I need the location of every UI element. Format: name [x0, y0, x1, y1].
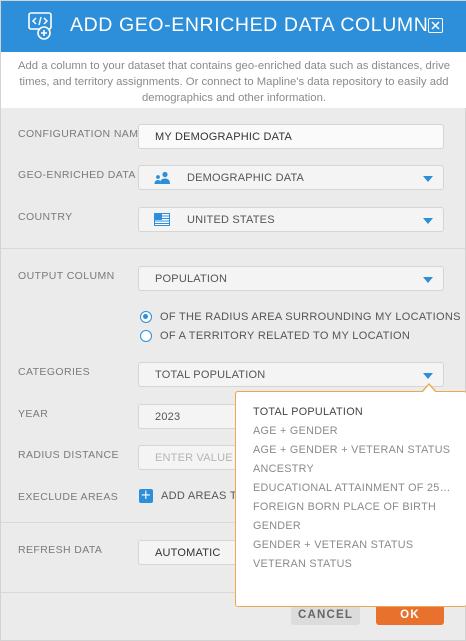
year-label: YEAR — [18, 408, 49, 420]
country-value: UNITED STATES — [187, 214, 275, 226]
categories-value: TOTAL POPULATION — [155, 369, 266, 381]
country-select[interactable]: UNITED STATES — [138, 207, 444, 232]
radio-territory[interactable]: OF A TERRITORY RELATED TO MY LOCATION — [140, 330, 410, 342]
dropdown-option[interactable]: AGE + GENDER — [253, 425, 451, 437]
radio-radius-area-label: OF THE RADIUS AREA SURROUNDING MY LOCATI… — [160, 311, 461, 323]
chevron-down-icon — [423, 176, 433, 182]
dropdown-option[interactable]: EDUCATIONAL ATTAINMENT OF 25+ YEARS — [253, 482, 451, 494]
categories-label: CATEGORIES — [18, 366, 91, 378]
dialog-header: ADD GEO-ENRICHED DATA COLUMN — [1, 1, 466, 52]
radius-distance-label: RADIUS DISTANCE — [18, 449, 119, 461]
dropdown-option[interactable]: AGE + GENDER + VETERAN STATUS — [253, 444, 451, 456]
exclude-areas-label: EXECLUDE AREAS — [18, 491, 119, 503]
categories-select[interactable]: TOTAL POPULATION — [138, 362, 444, 387]
add-areas-button[interactable]: + ADD AREAS TO — [139, 489, 246, 503]
section-divider — [1, 248, 466, 249]
radio-radius-area[interactable]: OF THE RADIUS AREA SURROUNDING MY LOCATI… — [140, 311, 461, 323]
country-label: COUNTRY — [18, 211, 73, 223]
close-icon — [431, 17, 440, 35]
chevron-down-icon — [423, 218, 433, 224]
add-areas-label: ADD AREAS TO — [161, 490, 246, 502]
dropdown-option[interactable]: VETERAN STATUS — [253, 558, 451, 570]
chevron-down-icon — [423, 277, 433, 283]
plus-icon: + — [139, 488, 153, 503]
add-geo-enriched-data-column-dialog: ADD GEO-ENRICHED DATA COLUMN Add a colum… — [0, 0, 466, 641]
dropdown-option[interactable]: GENDER + VETERAN STATUS — [253, 539, 451, 551]
dialog-title: ADD GEO-ENRICHED DATA COLUMN — [70, 14, 429, 36]
dialog-description: Add a column to your dataset that contai… — [1, 52, 466, 108]
cancel-button[interactable]: CANCEL — [291, 605, 360, 625]
flag-icon — [154, 213, 170, 229]
output-column-label: OUTPUT COLUMN — [18, 270, 115, 282]
year-value: 2023 — [155, 411, 181, 423]
code-doc-icon — [28, 12, 55, 40]
output-column-select[interactable]: POPULATION — [138, 266, 444, 291]
categories-dropdown-menu: TOTAL POPULATION AGE + GENDER AGE + GEND… — [235, 383, 466, 607]
configuration-name-label: CONFIGURATION NAME — [18, 128, 146, 140]
configuration-name-value: MY DEMOGRAPHIC DATA — [155, 131, 293, 143]
close-button[interactable] — [428, 18, 443, 33]
refresh-data-value: AUTOMATIC — [155, 547, 221, 559]
radio-selected-icon[interactable] — [140, 311, 152, 323]
dropdown-option[interactable]: ANCESTRY — [253, 463, 451, 475]
radio-territory-label: OF A TERRITORY RELATED TO MY LOCATION — [160, 330, 411, 342]
chevron-down-icon — [423, 373, 433, 379]
geo-enriched-data-value: DEMOGRAPHIC DATA — [187, 172, 305, 184]
radio-unselected-icon[interactable] — [140, 330, 152, 342]
dropdown-option[interactable]: GENDER — [253, 520, 451, 532]
refresh-data-label: REFRESH DATA — [18, 544, 103, 556]
geo-enriched-data-select[interactable]: DEMOGRAPHIC DATA — [138, 165, 444, 190]
dropdown-option[interactable]: FOREIGN BORN PLACE OF BIRTH — [253, 501, 451, 513]
ok-button[interactable]: OK — [376, 605, 444, 625]
dropdown-option[interactable]: TOTAL POPULATION — [253, 406, 451, 418]
geo-enriched-data-label: GEO-ENRICHED DATA — [18, 169, 136, 181]
people-icon — [154, 171, 172, 188]
output-column-value: POPULATION — [155, 273, 228, 285]
configuration-name-input[interactable]: MY DEMOGRAPHIC DATA — [138, 124, 444, 149]
